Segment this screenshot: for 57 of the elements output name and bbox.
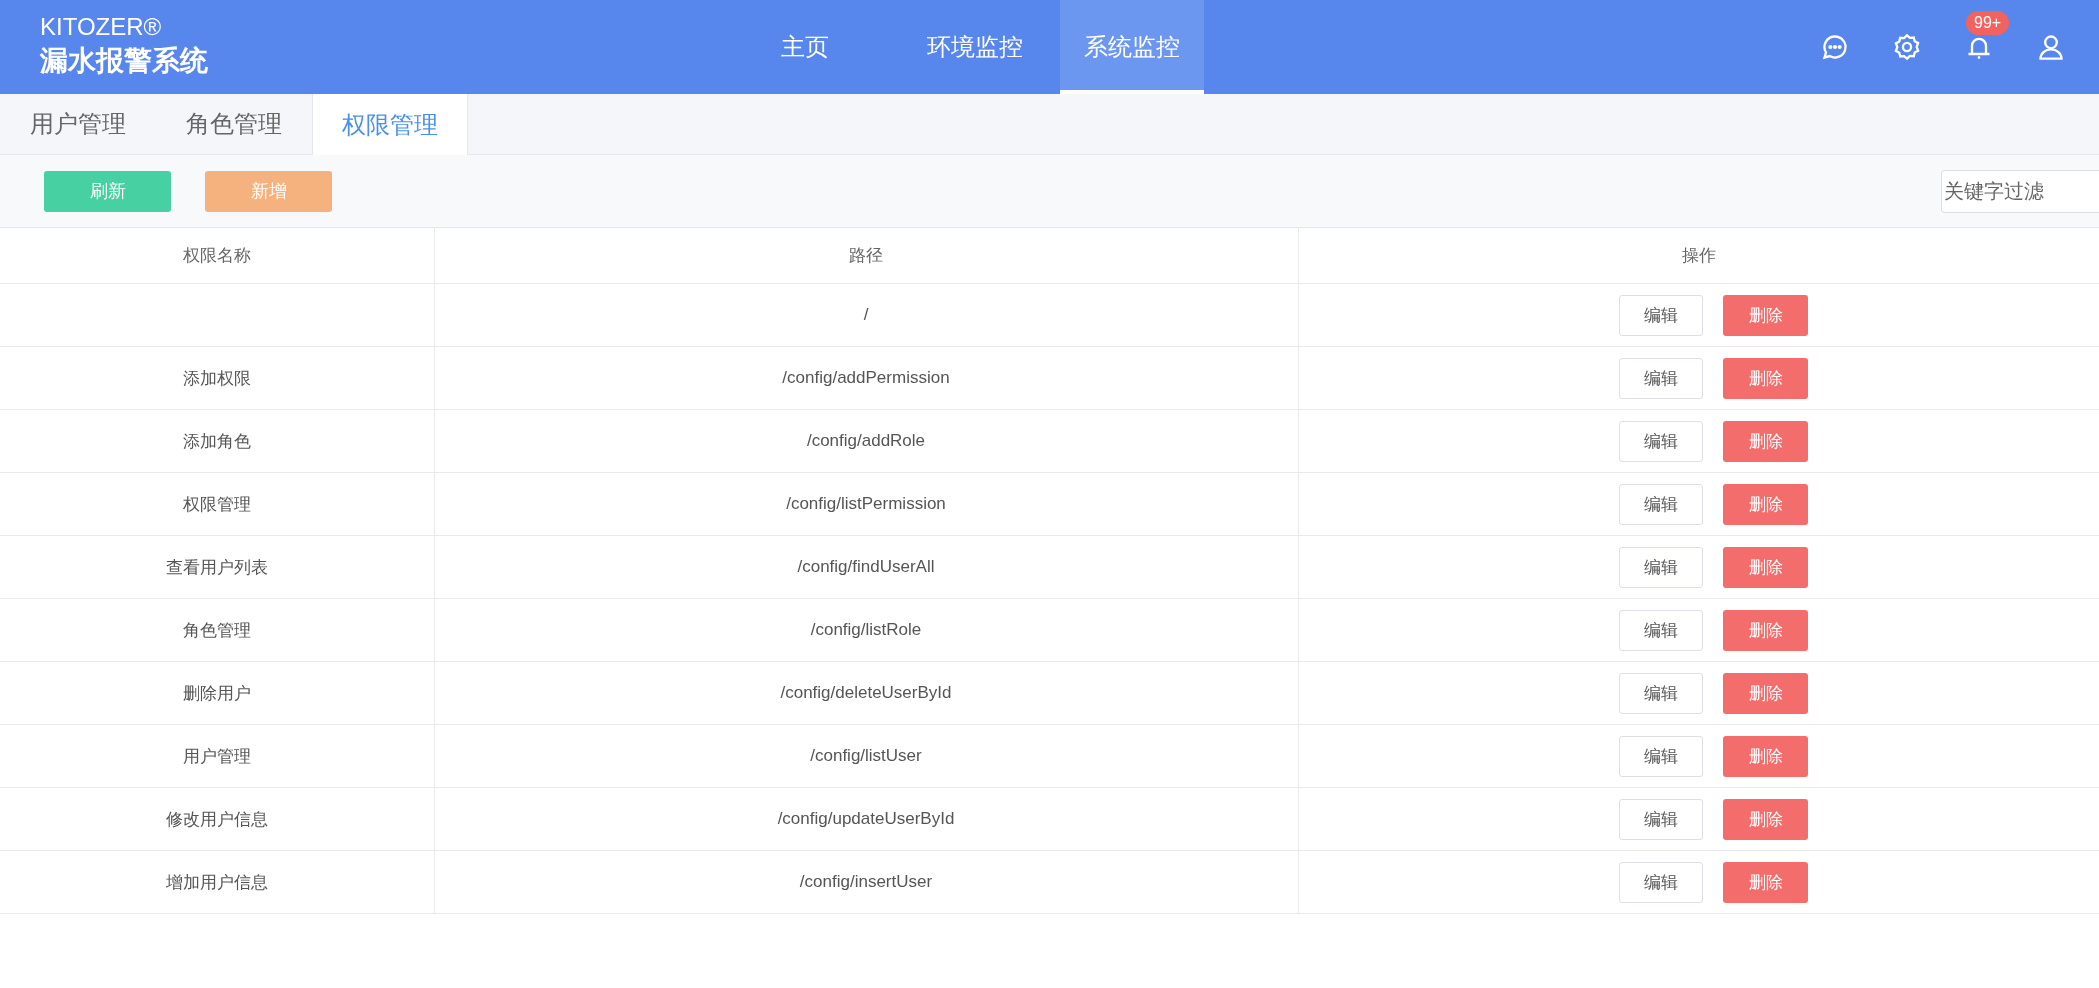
edit-button[interactable]: 编辑 xyxy=(1619,420,1704,462)
delete-button[interactable]: 删除 xyxy=(1723,735,1809,777)
user-icon[interactable] xyxy=(2037,33,2065,61)
permission-name: 角色管理 xyxy=(182,620,251,640)
nav-item[interactable]: 系统监控 xyxy=(1060,0,1204,94)
edit-button[interactable]: 编辑 xyxy=(1619,735,1704,777)
refresh-button[interactable]: 刷新 xyxy=(44,170,171,212)
delete-button[interactable]: 删除 xyxy=(1723,294,1809,336)
permission-path: /config/addPermission xyxy=(782,368,950,387)
settings-icon[interactable] xyxy=(1893,33,1921,61)
delete-button[interactable]: 删除 xyxy=(1723,672,1809,714)
permission-name: 删除用户 xyxy=(182,683,251,703)
permission-path: / xyxy=(863,305,869,324)
column-header: 操作 xyxy=(1298,228,2099,284)
column-header: 路径 xyxy=(434,228,1298,284)
permission-name: 权限管理 xyxy=(182,494,251,514)
tab[interactable]: 角色管理 xyxy=(156,94,312,154)
permission-path: /config/addRole xyxy=(806,431,926,450)
edit-button[interactable]: 编辑 xyxy=(1619,357,1704,399)
edit-button[interactable]: 编辑 xyxy=(1619,861,1704,903)
permission-name: 添加权限 xyxy=(182,368,251,388)
system-title: 漏水报警系统 xyxy=(40,44,209,78)
permission-path: /config/listUser xyxy=(810,746,922,765)
permission-name: 增加用户信息 xyxy=(165,872,268,892)
brand-name: KITOZER® xyxy=(40,13,163,41)
chat-icon[interactable] xyxy=(1821,33,1849,61)
tab[interactable]: 用户管理 xyxy=(0,94,156,154)
edit-button[interactable]: 编辑 xyxy=(1619,609,1704,651)
permission-path: /config/deleteUserById xyxy=(780,683,952,702)
notification-count: 99+ xyxy=(1966,11,2010,35)
delete-button[interactable]: 删除 xyxy=(1723,357,1809,399)
permission-path: /config/findUserAll xyxy=(797,557,935,576)
permission-path: /config/listRole xyxy=(810,620,922,639)
delete-button[interactable]: 删除 xyxy=(1723,798,1809,840)
edit-button[interactable]: 编辑 xyxy=(1619,672,1704,714)
column-header: 权限名称 xyxy=(0,228,434,284)
add-button[interactable]: 新增 xyxy=(205,170,332,212)
permission-name: 添加角色 xyxy=(182,431,251,451)
delete-button[interactable]: 删除 xyxy=(1723,420,1809,462)
delete-button[interactable]: 删除 xyxy=(1723,861,1809,903)
edit-button[interactable]: 编辑 xyxy=(1619,798,1704,840)
edit-button[interactable]: 编辑 xyxy=(1619,483,1704,525)
keyword-filter-field[interactable]: 关键字过滤 xyxy=(1941,169,2099,213)
edit-button[interactable]: 编辑 xyxy=(1619,294,1704,336)
permission-name: 修改用户信息 xyxy=(165,809,268,829)
permission-path: /config/insertUser xyxy=(799,872,933,891)
permission-path: /config/listPermission xyxy=(786,494,946,513)
nav-item[interactable]: 环境监控 xyxy=(890,0,1060,94)
delete-button[interactable]: 删除 xyxy=(1723,609,1809,651)
tab[interactable]: 权限管理 xyxy=(312,94,468,155)
permission-name: 查看用户列表 xyxy=(165,557,268,577)
edit-button[interactable]: 编辑 xyxy=(1619,546,1704,588)
delete-button[interactable]: 删除 xyxy=(1723,483,1809,525)
permission-path: /config/updateUserById xyxy=(777,809,955,828)
permission-name: 用户管理 xyxy=(182,746,251,766)
nav-item[interactable]: 主页 xyxy=(720,0,890,94)
delete-button[interactable]: 删除 xyxy=(1723,546,1809,588)
